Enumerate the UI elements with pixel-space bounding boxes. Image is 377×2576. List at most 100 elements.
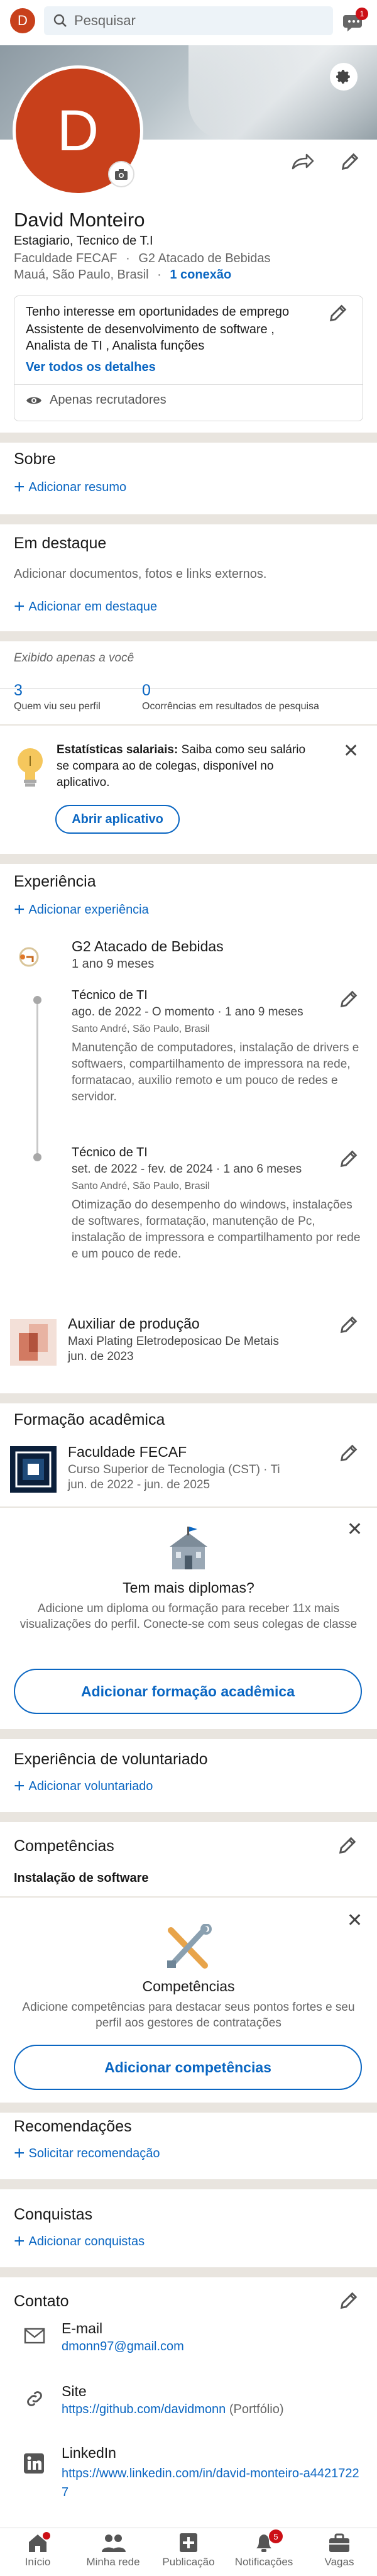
nav-network[interactable]: Minha rede bbox=[75, 2531, 151, 2576]
email-value: dmonn97@gmail.com bbox=[62, 2340, 184, 2353]
education-degree: Curso Superior de Tecnologia (CST) · Ti bbox=[68, 1463, 280, 1476]
search-appearances-label: Ocorrências em resultados de pesquisa bbox=[142, 701, 319, 712]
connections-link[interactable]: 1 conexão bbox=[170, 268, 231, 282]
open-to-work-edit-button[interactable] bbox=[327, 302, 350, 325]
contact-email[interactable]: E-mail dmonn97@gmail.com bbox=[62, 2320, 184, 2354]
search-appearances-count: 0 bbox=[142, 682, 151, 699]
maxi-plating-logo[interactable] bbox=[10, 1319, 57, 1366]
add-featured-link[interactable]: + Adicionar em destaque bbox=[14, 597, 157, 616]
profile-views-count: 3 bbox=[14, 682, 23, 699]
role-1-dates: ago. de 2022 - O momento · 1 ano 9 meses bbox=[72, 1005, 303, 1019]
contact-linkedin[interactable]: LinkedIn https://www.linkedin.com/in/dav… bbox=[62, 2445, 363, 2502]
plus-icon: + bbox=[14, 1776, 25, 1796]
edit-skills-button[interactable] bbox=[337, 1835, 359, 1857]
edit-role-2-button[interactable] bbox=[338, 1148, 361, 1171]
contact-site[interactable]: Site https://github.com/davidmonn (Portf… bbox=[62, 2383, 363, 2417]
email-label: E-mail bbox=[62, 2320, 103, 2336]
pencil-icon bbox=[340, 990, 358, 1008]
role-3-dates: jun. de 2023 bbox=[68, 1350, 134, 1363]
messages-button[interactable]: 1 bbox=[343, 8, 368, 34]
top-avatar[interactable]: D bbox=[10, 8, 35, 33]
school-building-icon bbox=[170, 1527, 207, 1569]
fecaf-logo[interactable] bbox=[10, 1446, 57, 1493]
close-skills-promo-button[interactable]: ✕ bbox=[347, 1911, 363, 1930]
timeline-line bbox=[36, 1002, 38, 1157]
share-icon bbox=[292, 153, 314, 170]
role-1[interactable]: Técnico de TI ago. de 2022 - O momento ·… bbox=[72, 988, 361, 1105]
add-photo-button[interactable] bbox=[108, 161, 134, 187]
edit-intro-button[interactable] bbox=[339, 151, 364, 176]
site-url[interactable]: https://github.com/davidmonn bbox=[62, 2402, 226, 2416]
volunteer-title: Experiência de voluntariado bbox=[14, 1750, 208, 1768]
add-summary-link[interactable]: + Adicionar resumo bbox=[14, 478, 126, 497]
add-volunteer-link[interactable]: + Adicionar voluntariado bbox=[14, 1777, 153, 1796]
nav-network-label: Minha rede bbox=[86, 2556, 140, 2568]
request-recommendation-label: Solicitar recomendação bbox=[28, 2146, 160, 2160]
profile-headline: Estagiario, Tecnico de T.I bbox=[14, 234, 153, 248]
skill-item[interactable]: Instalação de software bbox=[14, 1871, 149, 1886]
envelope-icon bbox=[24, 2328, 45, 2344]
profile-education[interactable]: Faculdade FECAF bbox=[14, 252, 117, 265]
open-app-label: Abrir aplicativo bbox=[72, 812, 163, 826]
notifications-badge: 5 bbox=[269, 2529, 283, 2543]
open-to-work-title: Tenho interesse em oportunidades de empr… bbox=[26, 305, 290, 319]
edit-contact-button[interactable] bbox=[338, 2290, 361, 2313]
edit-role-3-button[interactable] bbox=[338, 1314, 361, 1337]
add-education-button[interactable]: Adicionar formação acadêmica bbox=[14, 1669, 362, 1714]
share-profile-button[interactable] bbox=[290, 151, 315, 176]
edit-role-1-button[interactable] bbox=[338, 988, 361, 1011]
education-title: Formação acadêmica bbox=[14, 1411, 165, 1429]
salary-text: Estatísticas salariais: Saiba como seu s… bbox=[57, 742, 320, 791]
nav-notifications[interactable]: 5 Notificações bbox=[226, 2529, 302, 2576]
profile-company[interactable]: G2 Atacado de Bebidas bbox=[138, 252, 270, 265]
role-2-location: Santo André, São Paulo, Brasil bbox=[72, 1181, 210, 1191]
role-2[interactable]: Técnico de TI set. de 2022 - fev. de 202… bbox=[72, 1146, 361, 1263]
close-salary-banner-button[interactable]: ✕ bbox=[343, 742, 359, 761]
request-recommendation-link[interactable]: + Solicitar recomendação bbox=[14, 2144, 160, 2163]
add-skills-label: Adicionar competências bbox=[104, 2059, 271, 2076]
company-placeholder-logo-icon bbox=[10, 1319, 57, 1366]
close-degrees-promo-button[interactable]: ✕ bbox=[347, 1520, 363, 1539]
edit-cover-button[interactable] bbox=[330, 63, 358, 91]
role-3[interactable]: Auxiliar de produção Maxi Plating Eletro… bbox=[68, 1315, 332, 1364]
open-to-work-card[interactable]: Tenho interesse em oportunidades de empr… bbox=[14, 296, 363, 421]
education-entry[interactable]: Faculdade FECAF Curso Superior de Tecnol… bbox=[68, 1444, 332, 1492]
home-badge bbox=[43, 2532, 50, 2540]
open-app-button[interactable]: Abrir aplicativo bbox=[55, 805, 180, 834]
plus-icon: + bbox=[14, 596, 25, 617]
linkedin-url: https://www.linkedin.com/in/david-montei… bbox=[62, 2467, 359, 2499]
profile-views-stat[interactable]: 3 Quem viu seu perfil bbox=[14, 682, 139, 712]
nav-jobs[interactable]: Vagas bbox=[302, 2531, 377, 2576]
section-separator bbox=[0, 433, 377, 443]
post-icon bbox=[176, 2532, 201, 2553]
g2-company-logo[interactable] bbox=[14, 939, 49, 975]
nav-home-label: Início bbox=[25, 2556, 51, 2568]
role-3-company: Maxi Plating Eletrodeposicao De Metais bbox=[68, 1335, 279, 1348]
nav-post-label: Publicação bbox=[162, 2556, 215, 2568]
fecaf-logo-icon bbox=[15, 1451, 52, 1488]
divider bbox=[0, 1506, 377, 1508]
search-bar[interactable]: Pesquisar bbox=[44, 6, 333, 35]
pencil-icon bbox=[339, 1837, 356, 1854]
edit-education-button[interactable] bbox=[338, 1442, 361, 1465]
see-all-details-link[interactable]: Ver todos os detalhes bbox=[26, 360, 156, 375]
g2-company-name[interactable]: G2 Atacado de Bebidas bbox=[72, 938, 224, 955]
pencil-icon bbox=[340, 1444, 358, 1462]
add-achievements-link[interactable]: + Adicionar conquistas bbox=[14, 2232, 145, 2251]
linkedin-label: LinkedIn bbox=[62, 2445, 116, 2461]
recommendations-title: Recomendações bbox=[14, 2118, 132, 2135]
nav-post[interactable]: Publicação bbox=[151, 2531, 226, 2576]
g2-company-duration: 1 ano 9 meses bbox=[72, 957, 155, 971]
about-title: Sobre bbox=[14, 450, 56, 468]
section-separator bbox=[0, 1729, 377, 1739]
section-separator bbox=[0, 1812, 377, 1822]
nav-home[interactable]: Início bbox=[0, 2531, 75, 2576]
network-icon bbox=[101, 2532, 126, 2553]
search-appearances-stat[interactable]: 0 Ocorrências em resultados de pesquisa bbox=[142, 682, 368, 712]
gear-icon bbox=[336, 70, 350, 84]
add-skills-button[interactable]: Adicionar competências bbox=[14, 2045, 362, 2090]
profile-avatar-letter: D bbox=[57, 98, 99, 163]
section-separator bbox=[0, 2179, 377, 2189]
add-experience-link[interactable]: + Adicionar experiência bbox=[14, 900, 149, 919]
more-degrees-text: Adicione um diploma ou formação para rec… bbox=[19, 1602, 358, 1631]
